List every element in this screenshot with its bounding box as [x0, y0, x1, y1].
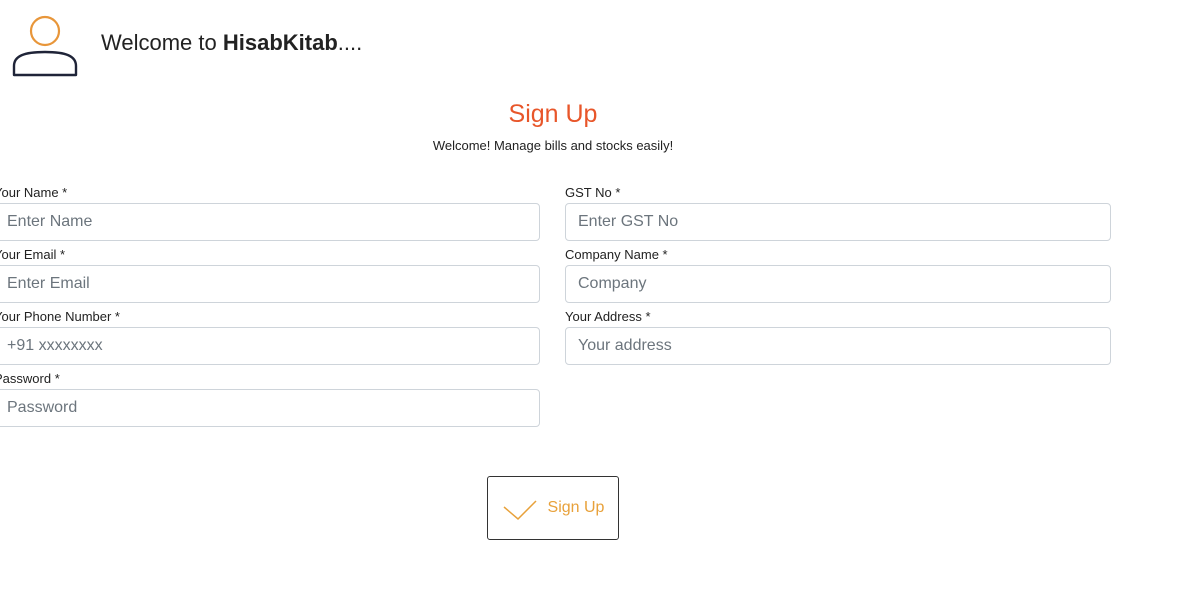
address-field-group: Your Address *	[565, 309, 1111, 365]
phone-input[interactable]	[0, 327, 540, 365]
name-input[interactable]	[0, 203, 540, 241]
checkmark-icon	[502, 499, 538, 523]
phone-label: Your Phone Number *	[0, 309, 120, 324]
form-subtitle: Welcome! Manage bills and stocks easily!	[432, 138, 674, 153]
gst-input[interactable]	[565, 203, 1111, 241]
password-input[interactable]	[0, 389, 540, 427]
form-title: Sign Up	[508, 100, 598, 128]
address-input[interactable]	[565, 327, 1111, 365]
email-field-group: Your Email *	[0, 247, 540, 303]
user-icon	[12, 14, 78, 78]
company-label: Company Name *	[565, 247, 668, 262]
gst-field-group: GST No *	[565, 185, 1111, 241]
address-label: Your Address *	[565, 309, 651, 324]
email-input[interactable]	[0, 265, 540, 303]
phone-field-group: Your Phone Number *	[0, 309, 540, 365]
password-label: Password *	[0, 371, 60, 386]
welcome-suffix: ....	[337, 30, 363, 55]
name-label: Your Name *	[0, 185, 68, 200]
sign-up-button[interactable]: Sign Up	[487, 476, 619, 540]
password-field-group: Password *	[0, 371, 540, 427]
gst-label: GST No *	[565, 185, 621, 200]
company-input[interactable]	[565, 265, 1111, 303]
welcome-prefix: Welcome to	[101, 30, 223, 55]
welcome-heading: Welcome to HisabKitab....	[101, 30, 362, 56]
header	[12, 14, 78, 78]
email-label: Your Email *	[0, 247, 66, 262]
brand-name: HisabKitab	[222, 30, 338, 55]
company-field-group: Company Name *	[565, 247, 1111, 303]
name-field-group: Your Name *	[0, 185, 540, 241]
sign-up-button-label: Sign Up	[547, 499, 605, 516]
